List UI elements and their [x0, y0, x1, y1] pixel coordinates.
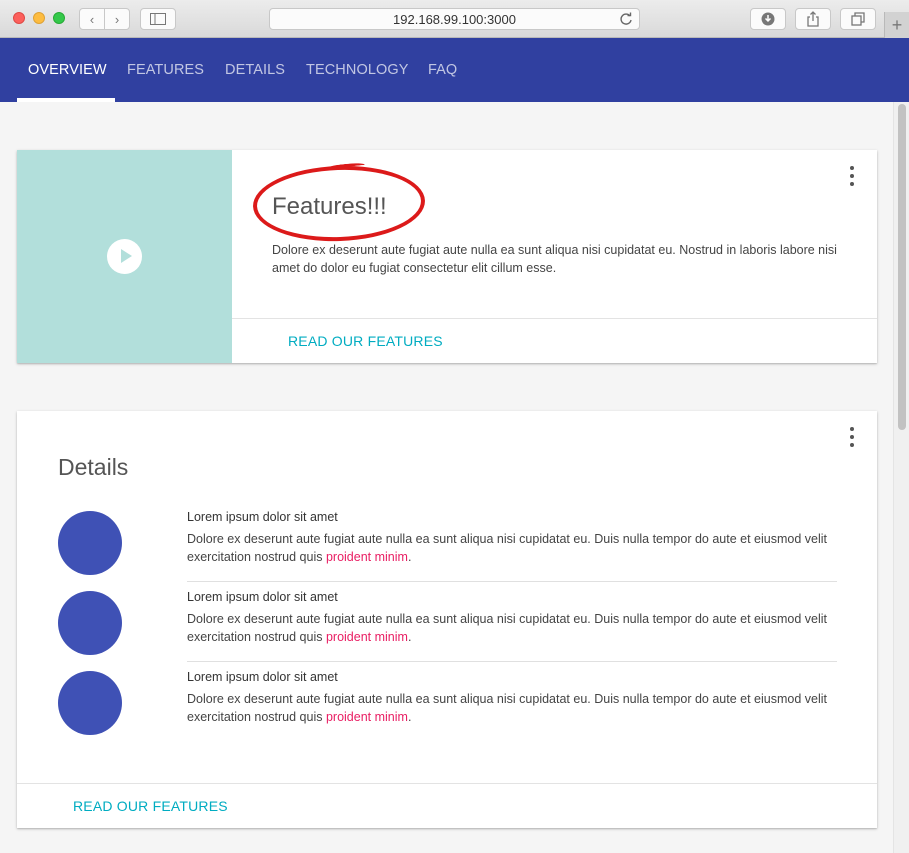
list-item-body: Dolore ex deserunt aute fugiat aute null… — [187, 612, 827, 644]
details-title: Details — [58, 454, 129, 480]
tab-features[interactable]: FEATURES — [127, 62, 204, 78]
browser-toolbar: ‹ › 192.168.99.100:3000 + — [0, 0, 909, 38]
features-title: Features!!! — [272, 193, 387, 220]
read-features-button[interactable]: READ OUR FEATURES — [288, 333, 443, 349]
play-icon[interactable] — [107, 239, 142, 274]
close-window-button[interactable] — [13, 12, 25, 24]
more-vert-icon[interactable] — [848, 427, 856, 447]
chevron-left-icon: ‹ — [89, 11, 95, 27]
avatar — [58, 511, 122, 575]
sidebar-toggle-button[interactable] — [140, 8, 176, 30]
proident-link[interactable]: proident minim — [326, 630, 408, 644]
video-thumbnail[interactable] — [17, 150, 232, 363]
tab-faq[interactable]: FAQ — [428, 62, 457, 78]
list-item: Lorem ipsum dolor sit amet Dolore ex des… — [58, 661, 838, 741]
list-item-heading: Lorem ipsum dolor sit amet — [187, 670, 338, 684]
plus-icon: + — [891, 14, 903, 35]
divider — [232, 318, 877, 319]
address-bar[interactable]: 192.168.99.100:3000 — [269, 8, 640, 30]
list-item-heading: Lorem ipsum dolor sit amet — [187, 590, 338, 604]
list-item: Lorem ipsum dolor sit amet Dolore ex des… — [58, 581, 838, 662]
address-text: 192.168.99.100:3000 — [393, 11, 516, 27]
scrollbar-thumb[interactable] — [898, 104, 906, 430]
reload-icon[interactable] — [619, 12, 633, 26]
scrollbar[interactable] — [893, 102, 909, 853]
new-tab-button[interactable]: + — [884, 12, 909, 38]
list-item-heading: Lorem ipsum dolor sit amet — [187, 510, 338, 524]
download-icon — [761, 12, 775, 26]
tab-details[interactable]: DETAILS — [225, 62, 285, 78]
list-item-body: Dolore ex deserunt aute fugiat aute null… — [187, 692, 827, 724]
app-bar: OVERVIEW FEATURES DETAILS TECHNOLOGY FAQ — [0, 38, 909, 102]
tab-overview[interactable]: OVERVIEW — [28, 62, 107, 78]
list-item-body: Dolore ex deserunt aute fugiat aute null… — [187, 532, 827, 564]
tab-technology[interactable]: TECHNOLOGY — [306, 62, 409, 78]
read-features-button[interactable]: READ OUR FEATURES — [73, 798, 228, 814]
share-icon — [807, 11, 819, 27]
tab-overview-button[interactable] — [840, 8, 876, 30]
downloads-button[interactable] — [750, 8, 786, 30]
share-button[interactable] — [795, 8, 831, 30]
zoom-window-button[interactable] — [53, 12, 65, 24]
proident-link[interactable]: proident minim — [326, 710, 408, 724]
details-card: Details Lorem ipsum dolor sit amet Dolor… — [17, 411, 877, 828]
active-tab-indicator — [17, 98, 115, 102]
list-item: Lorem ipsum dolor sit amet Dolore ex des… — [58, 501, 838, 582]
divider — [17, 783, 877, 784]
features-card: Features!!! Dolore ex deserunt aute fugi… — [17, 150, 877, 363]
features-description: Dolore ex deserunt aute fugiat aute null… — [272, 243, 837, 275]
avatar — [58, 671, 122, 735]
chevron-right-icon: › — [114, 11, 120, 27]
back-button[interactable]: ‹ — [79, 8, 105, 30]
sidebar-icon — [150, 13, 166, 25]
proident-link[interactable]: proident minim — [326, 550, 408, 564]
minimize-window-button[interactable] — [33, 12, 45, 24]
avatar — [58, 591, 122, 655]
tabs-icon — [851, 12, 865, 26]
more-vert-icon[interactable] — [848, 166, 856, 186]
forward-button[interactable]: › — [104, 8, 130, 30]
